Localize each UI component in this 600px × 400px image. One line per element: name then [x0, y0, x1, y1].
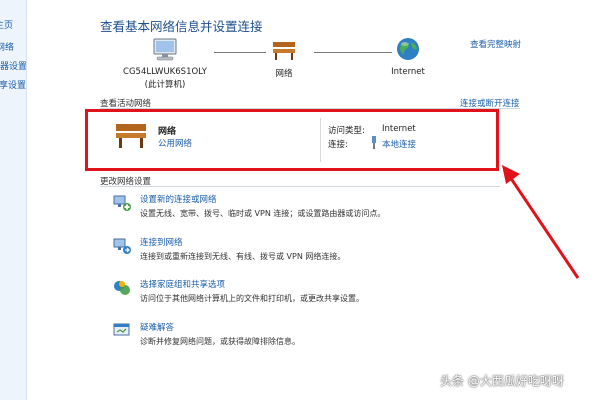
task-description: 设置无线、宽带、拨号、临时或 VPN 连接；或设置路由器或访问点。 — [140, 209, 386, 218]
network-label: 网络 — [275, 69, 293, 79]
left-sidebar: 主页 网络 适配器设置 高级共享设置 — [0, 0, 27, 400]
troubleshoot-icon — [113, 323, 130, 336]
connection-label: 连接: — [328, 140, 348, 150]
map-link-2 — [314, 52, 392, 53]
map-link-1 — [214, 52, 266, 53]
panel-divider — [320, 118, 321, 162]
bench-icon — [116, 124, 146, 148]
page-title: 查看基本网络信息并设置连接 — [100, 19, 263, 34]
bench-icon — [273, 42, 295, 60]
sidebar-item-home[interactable]: 主页 — [0, 18, 13, 31]
task-title[interactable]: 选择家庭组和共享选项 — [140, 278, 225, 290]
map-network[interactable]: 网络 — [266, 38, 302, 79]
network-type-link[interactable]: 公用网络 — [158, 137, 192, 149]
local-connection-link[interactable]: 本地连接 — [382, 138, 416, 150]
change-divider — [100, 186, 500, 187]
computer-icon — [153, 38, 177, 61]
task-title[interactable]: 连接到网络 — [140, 236, 183, 248]
watermark-text: 头条 @大西瓜好吃呀呀 — [440, 374, 564, 388]
access-type-value: Internet — [382, 124, 416, 134]
map-internet[interactable]: Internet — [386, 36, 430, 77]
connect-network-icon — [113, 238, 131, 254]
new-connection-icon — [113, 195, 131, 211]
internet-label: Internet — [391, 67, 425, 77]
map-computer[interactable]: CG54LLWUK6S1OLY (此计算机) — [118, 38, 212, 90]
sidebar-item-adapter-settings[interactable]: 适配器设置 — [0, 59, 26, 72]
homegroup-icon — [114, 281, 130, 295]
sidebar-item-network[interactable]: 网络 — [0, 40, 14, 53]
computer-sub: (此计算机) — [144, 80, 186, 90]
network-name: 网络 — [158, 127, 177, 137]
task-description: 诊断并修复网络问题，或获得故障排除信息。 — [140, 337, 300, 346]
task-description: 连接到或重新连接到无线、有线、拨号或 VPN 网络连接。 — [140, 252, 346, 261]
annotation-arrow-icon — [502, 165, 580, 279]
access-type-label: 访问类型: — [328, 126, 365, 136]
computer-name: CG54LLWUK6S1OLY — [123, 67, 207, 77]
task-title[interactable]: 设置新的连接或网络 — [140, 193, 217, 205]
sidebar-item-advanced-sharing[interactable]: 高级共享设置 — [0, 78, 26, 91]
task-title[interactable]: 疑难解答 — [140, 321, 174, 333]
globe-icon — [397, 38, 419, 60]
see-full-map-link[interactable]: 查看完整映射 — [470, 38, 521, 50]
ethernet-icon — [372, 136, 376, 149]
active-network-panel: 网络 公用网络 访问类型: Internet 连接: 本地连接 — [85, 109, 499, 171]
task-description: 访问位于其他网络计算机上的文件和打印机，或更改共享设置。 — [140, 294, 364, 303]
